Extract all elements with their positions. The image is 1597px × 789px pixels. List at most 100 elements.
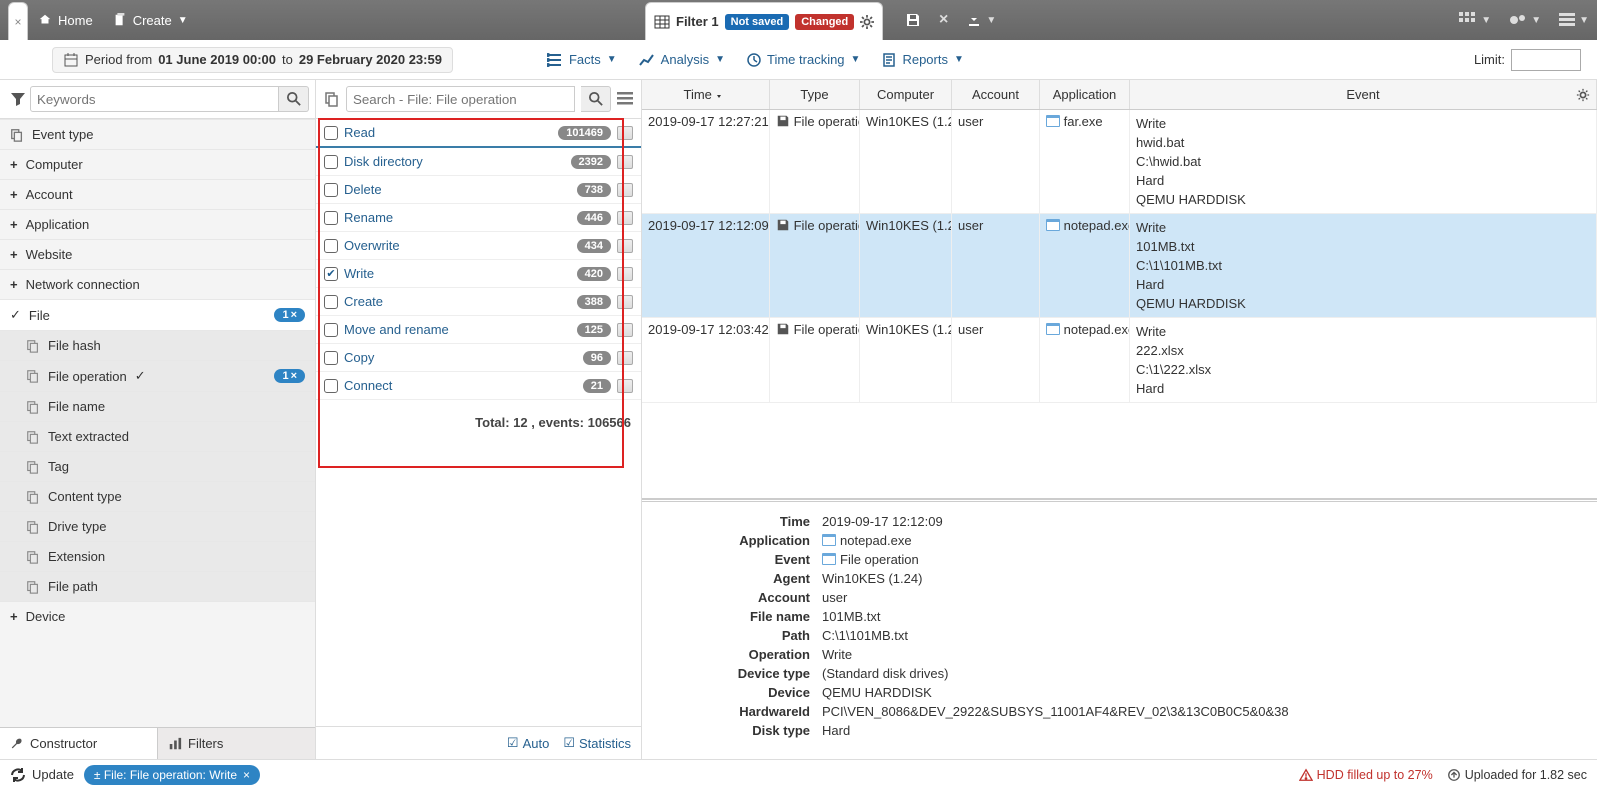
gear-icon[interactable] [860,15,874,29]
detail-line: C:\hwid.bat [1136,152,1590,171]
facet-item[interactable]: +Application [0,209,315,239]
value-item[interactable]: Delete738 [316,176,641,204]
row-action-icon[interactable] [617,323,633,337]
checkbox[interactable] [324,126,338,140]
checkbox[interactable] [324,267,338,281]
value-item[interactable]: Read101469 [316,119,641,148]
checkbox[interactable] [324,183,338,197]
value-item[interactable]: Move19 [316,400,641,407]
row-action-icon[interactable] [617,351,633,365]
facet-item[interactable]: Drive type [0,511,315,541]
facet-item[interactable]: +Computer [0,149,315,179]
download-menu[interactable]: ▼ [966,12,996,28]
stats-checkbox[interactable]: ☑Statistics [563,735,631,751]
detail-row: EventFile operation [662,550,1577,569]
facet-item[interactable]: Text extracted [0,421,315,451]
value-search-button[interactable] [581,86,611,112]
facet-item[interactable]: Tag [0,451,315,481]
th-time[interactable]: Time [642,80,770,109]
facet-item[interactable]: ✓File1× [0,299,315,330]
list-menu[interactable]: ▼ [1559,13,1589,27]
home-button[interactable]: Home [28,5,103,35]
table-row[interactable]: 2019-09-17 12:27:21 File operationWin10K… [642,110,1597,214]
value-item[interactable]: Copy96 [316,344,641,372]
cell-computer: Win10KES (1.24 [860,110,952,213]
time-tracking-menu[interactable]: Time tracking▼ [747,52,860,67]
facet-item[interactable]: File path [0,571,315,601]
facet-item[interactable]: Content type [0,481,315,511]
value-item[interactable]: Write420 [316,260,641,288]
row-action-icon[interactable] [617,211,633,225]
value-item[interactable]: Move and rename125 [316,316,641,344]
active-filter-chip[interactable]: ± File: File operation: Write× [84,765,260,785]
facet-item[interactable]: File hash [0,330,315,360]
auto-checkbox[interactable]: ☑Auto [507,735,549,751]
value-item[interactable]: Create388 [316,288,641,316]
value-item[interactable]: Connect21 [316,372,641,400]
value-item[interactable]: Rename446 [316,204,641,232]
facet-item[interactable]: +Network connection [0,269,315,299]
th-event[interactable]: Event [1130,80,1597,109]
keywords-input[interactable] [30,86,279,112]
th-type[interactable]: Type [770,80,860,109]
burger-icon[interactable] [617,92,633,106]
copy-icon[interactable] [324,91,340,107]
checkbox[interactable] [324,379,338,393]
value-item[interactable]: Overwrite434 [316,232,641,260]
table-row[interactable]: 2019-09-17 12:03:42 File operationWin10K… [642,318,1597,403]
facet-item[interactable]: +Device [0,601,315,631]
row-action-icon[interactable] [617,379,633,393]
facts-menu[interactable]: Facts▼ [547,52,617,67]
value-item[interactable]: Disk directory2392 [316,148,641,176]
facet-item[interactable]: +Account [0,179,315,209]
close-tab-handle[interactable]: × [8,2,28,40]
grid-menu[interactable]: ▼ [1459,12,1491,28]
detail-line: 101MB.txt [1136,237,1590,256]
row-action-icon[interactable] [617,126,633,140]
settings-menu[interactable]: ▼ [1509,12,1541,28]
close-icon[interactable]: × [939,11,948,29]
checkbox[interactable] [324,323,338,337]
facet-item[interactable]: +Website [0,239,315,269]
row-action-icon[interactable] [617,155,633,169]
facet-item[interactable]: Event type [0,119,315,149]
constructor-tab[interactable]: Constructor [0,728,158,759]
checkbox[interactable] [324,295,338,309]
detail-value: 101MB.txt [822,609,881,624]
period-selector[interactable]: Period from 01 June 2019 00:00 to 29 Feb… [52,47,453,73]
copy-icon [26,550,40,564]
checkbox[interactable] [324,239,338,253]
create-button[interactable]: Create ▼ [103,5,198,35]
checkbox[interactable] [324,211,338,225]
filter-tab[interactable]: Filter 1 Not saved Changed [645,2,883,40]
row-action-icon[interactable] [617,239,633,253]
chip-close-icon[interactable]: × [243,768,250,782]
facet-label: Event type [32,127,93,142]
th-application[interactable]: Application [1040,80,1130,109]
facet-item[interactable]: File name [0,391,315,421]
row-action-icon[interactable] [617,267,633,281]
facet-item[interactable]: File operation ✓1× [0,360,315,391]
row-action-icon[interactable] [617,183,633,197]
analysis-menu[interactable]: Analysis▼ [639,52,725,67]
value-search-input[interactable] [346,86,575,112]
checkbox[interactable] [324,155,338,169]
th-account[interactable]: Account [952,80,1040,109]
create-label: Create [133,13,172,28]
table-row[interactable]: 2019-09-17 12:12:09 File operationWin10K… [642,214,1597,318]
filters-tab[interactable]: Filters [158,728,315,759]
th-computer[interactable]: Computer [860,80,952,109]
limit-input[interactable] [1511,49,1581,71]
columns-gear-icon[interactable] [1576,88,1590,102]
row-action-icon[interactable] [617,295,633,309]
checkbox[interactable] [324,351,338,365]
filter-tab-label: Filter 1 [676,14,719,29]
keywords-search-button[interactable] [279,86,309,112]
value-total: Total: 12 , events: 106566 [316,407,641,438]
update-button[interactable]: Update [10,767,74,783]
facet-item[interactable]: Extension [0,541,315,571]
detail-row: DeviceQEMU HARDDISK [662,683,1577,702]
reports-menu[interactable]: Reports▼ [882,52,963,67]
save-icon[interactable] [905,12,921,28]
copy-icon [26,369,40,383]
